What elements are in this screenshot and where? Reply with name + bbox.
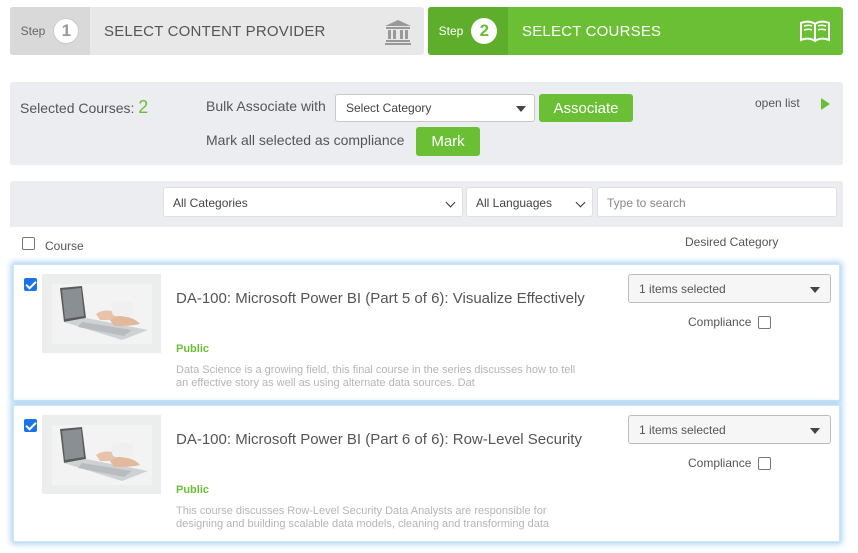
chevron-down-icon (445, 197, 456, 208)
course-row: DA-100: Microsoft Power BI (Part 5 of 6)… (13, 264, 840, 401)
course-title[interactable]: DA-100: Microsoft Power BI (Part 6 of 6)… (176, 428, 596, 451)
filter-bar: All Categories All Languages Type to sea… (10, 181, 843, 227)
step-word: Step (438, 24, 464, 38)
course-title[interactable]: DA-100: Microsoft Power BI (Part 5 of 6)… (176, 287, 596, 310)
bulk-category-select-value: Select Category (346, 101, 432, 115)
bulk-category-select[interactable]: Select Category (335, 94, 535, 122)
compliance-label: Compliance (688, 456, 752, 470)
desired-category-value: 1 items selected (639, 423, 726, 437)
language-filter-select[interactable]: All Languages (466, 187, 593, 217)
course-column-header: Course (45, 239, 84, 253)
open-book-icon (799, 19, 831, 48)
bank-icon (384, 19, 412, 50)
selected-courses-summary: Selected Courses: 2 (20, 97, 148, 118)
category-filter-select[interactable]: All Categories (163, 187, 463, 217)
desired-category-select[interactable]: 1 items selected (628, 274, 831, 303)
compliance-checkbox[interactable] (758, 457, 771, 470)
desired-category-select[interactable]: 1 items selected (628, 415, 831, 444)
course-visibility: Public (176, 484, 210, 496)
laptop-typing-image (51, 424, 152, 485)
mark-compliance-label: Mark all selected as compliance (206, 132, 405, 148)
mark-button[interactable]: Mark (416, 127, 480, 156)
laptop-typing-image (51, 283, 152, 344)
course-select-checkbox[interactable] (24, 278, 37, 291)
step-number: 2 (471, 18, 498, 44)
step-title: SELECT COURSES (522, 22, 662, 40)
step-title: SELECT CONTENT PROVIDER (104, 22, 326, 40)
category-filter-value: All Categories (173, 196, 248, 210)
caret-down-icon (810, 287, 820, 293)
course-description: Data Science is a growing field, this fi… (176, 364, 576, 389)
course-thumbnail (42, 415, 161, 494)
step-word: Step (20, 24, 46, 38)
play-arrow-icon[interactable] (821, 98, 830, 110)
bulk-associate-label: Bulk Associate with (206, 98, 326, 114)
step-select-courses[interactable]: Step 2 SELECT COURSES (428, 7, 843, 55)
step-number: 1 (53, 18, 80, 44)
chevron-down-icon (575, 197, 586, 208)
selected-courses-label: Selected Courses: (20, 100, 135, 116)
associate-button[interactable]: Associate (539, 94, 633, 122)
language-filter-value: All Languages (476, 196, 553, 210)
wizard-steps: Step 1 SELECT CONTENT PROVIDER Step 2 SE… (10, 7, 843, 55)
bulk-actions-panel: Selected Courses: 2 Bulk Associate with … (10, 82, 843, 165)
course-list-header: Course Desired Category (10, 227, 843, 261)
course-select-checkbox[interactable] (24, 419, 37, 432)
step-tag: Step 1 (10, 7, 90, 55)
open-list-link[interactable]: open list (755, 96, 800, 110)
select-all-checkbox[interactable] (22, 237, 35, 250)
course-visibility: Public (176, 343, 210, 355)
search-placeholder: Type to search (607, 196, 686, 210)
step-tag: Step 2 (428, 7, 508, 55)
desired-category-column-header: Desired Category (685, 235, 779, 249)
compliance-checkbox[interactable] (758, 316, 771, 329)
course-description: This course discusses Row-Level Security… (176, 505, 550, 530)
step-select-content-provider[interactable]: Step 1 SELECT CONTENT PROVIDER (10, 7, 424, 55)
caret-down-icon (810, 428, 820, 434)
caret-down-icon (516, 106, 526, 112)
course-row: DA-100: Microsoft Power BI (Part 6 of 6)… (13, 405, 840, 542)
desired-category-value: 1 items selected (639, 282, 726, 296)
compliance-label: Compliance (688, 315, 752, 329)
search-input[interactable]: Type to search (597, 187, 837, 217)
course-thumbnail (42, 274, 161, 353)
selected-courses-count: 2 (138, 97, 149, 117)
